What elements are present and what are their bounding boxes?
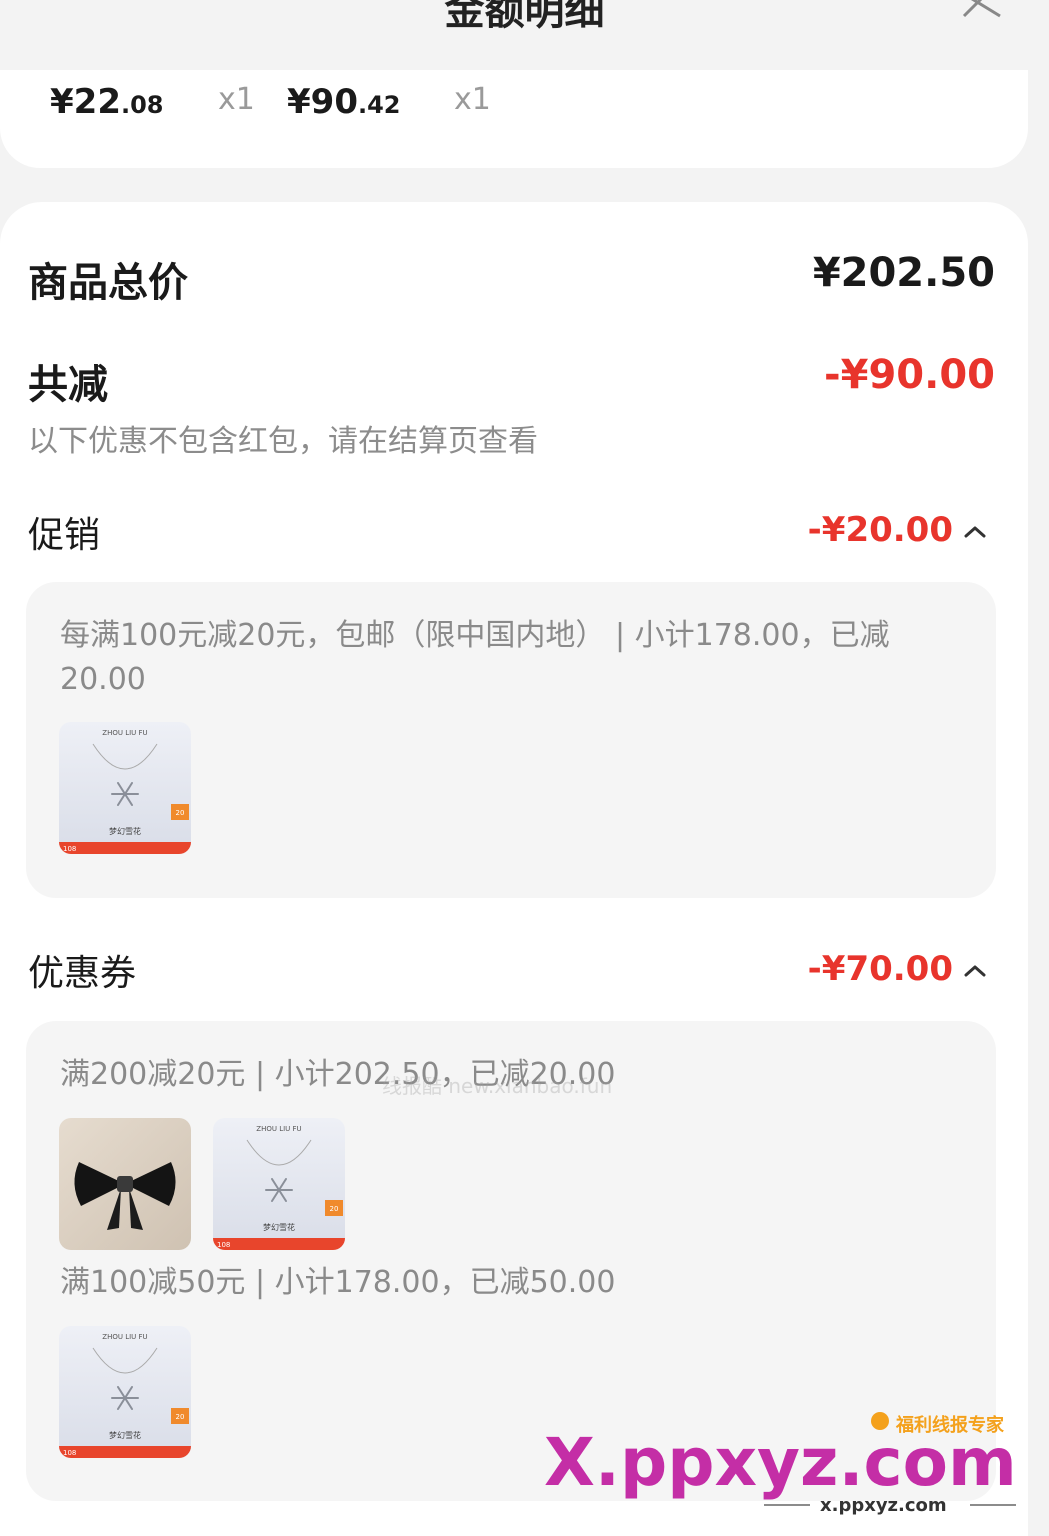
product-thumbnail-necklace[interactable]: ZHOU LIU FU 梦幻雪花 20 108 [213, 1118, 345, 1250]
total-label: 商品总价 [28, 260, 188, 306]
svg-text:ZHOU LIU FU: ZHOU LIU FU [102, 729, 147, 737]
promotion-amount[interactable]: -¥20.00 [808, 510, 953, 550]
svg-text:108: 108 [63, 1449, 76, 1457]
svg-text:108: 108 [217, 1241, 230, 1249]
svg-text:ZHOU LIU FU: ZHOU LIU FU [256, 1125, 301, 1133]
product-thumbnail-necklace[interactable]: ZHOU LIU FU 梦幻雪花 20 108 [59, 722, 191, 854]
page-title: 金额明细 [444, 0, 605, 34]
discount-amount: -¥90.00 [824, 352, 995, 398]
item-price-card: ¥22.08 x1 ¥90.42 x1 [0, 70, 1028, 168]
svg-text:梦幻雪花: 梦幻雪花 [109, 826, 141, 836]
svg-text:ZHOU LIU FU: ZHOU LIU FU [102, 1333, 147, 1341]
coupon-label[interactable]: 优惠券 [28, 944, 136, 996]
svg-text:108: 108 [63, 845, 76, 853]
svg-text:x.ppxyz.com: x.ppxyz.com [820, 1495, 947, 1515]
close-icon[interactable] [958, 0, 1008, 24]
item-quantity: x1 [218, 82, 255, 117]
discount-label: 共减 [28, 362, 108, 408]
watermark-logo: 福利线报专家 X.ppxyz.com x.ppxyz.com [544, 1412, 1017, 1515]
coupon-amount[interactable]: -¥70.00 [808, 949, 953, 989]
header: 金额明细 [0, 0, 1049, 70]
svg-text:梦幻雪花: 梦幻雪花 [263, 1222, 295, 1232]
coupon-rule: 满100减50元 | 小计178.00，已减50.00 [60, 1265, 616, 1300]
item-price: ¥22.08 [50, 82, 164, 122]
svg-text:梦幻雪花: 梦幻雪花 [109, 1430, 141, 1440]
product-thumbnail-necklace[interactable]: ZHOU LIU FU 梦幻雪花 20 108 [59, 1326, 191, 1458]
svg-text:X.ppxyz.com: X.ppxyz.com [544, 1424, 1017, 1501]
product-thumbnail-bow[interactable] [59, 1118, 191, 1250]
svg-text:20: 20 [330, 1205, 339, 1213]
chevron-up-icon[interactable] [962, 523, 988, 539]
promotion-rule: 每满100元减20元，包邮（限中国内地） | 小计178.00，已减20.00 [60, 618, 890, 697]
price-breakdown-card: 商品总价 ¥202.50 共减 -¥90.00 以下优惠不包含红包，请在结算页查… [0, 202, 1028, 1536]
svg-text:20: 20 [176, 1413, 185, 1421]
total-amount: ¥202.50 [812, 250, 995, 296]
chevron-up-icon[interactable] [962, 962, 988, 978]
watermark-text: 线报酷 new.xianbao.fun [382, 1074, 613, 1098]
promotion-label[interactable]: 促销 [28, 506, 100, 558]
promotion-detail: 每满100元减20元，包邮（限中国内地） | 小计178.00，已减20.00 … [26, 582, 996, 898]
svg-text:20: 20 [176, 809, 185, 817]
discount-note: 以下优惠不包含红包，请在结算页查看 [28, 424, 538, 459]
item-quantity: x1 [454, 82, 491, 117]
item-price: ¥90.42 [287, 82, 401, 122]
